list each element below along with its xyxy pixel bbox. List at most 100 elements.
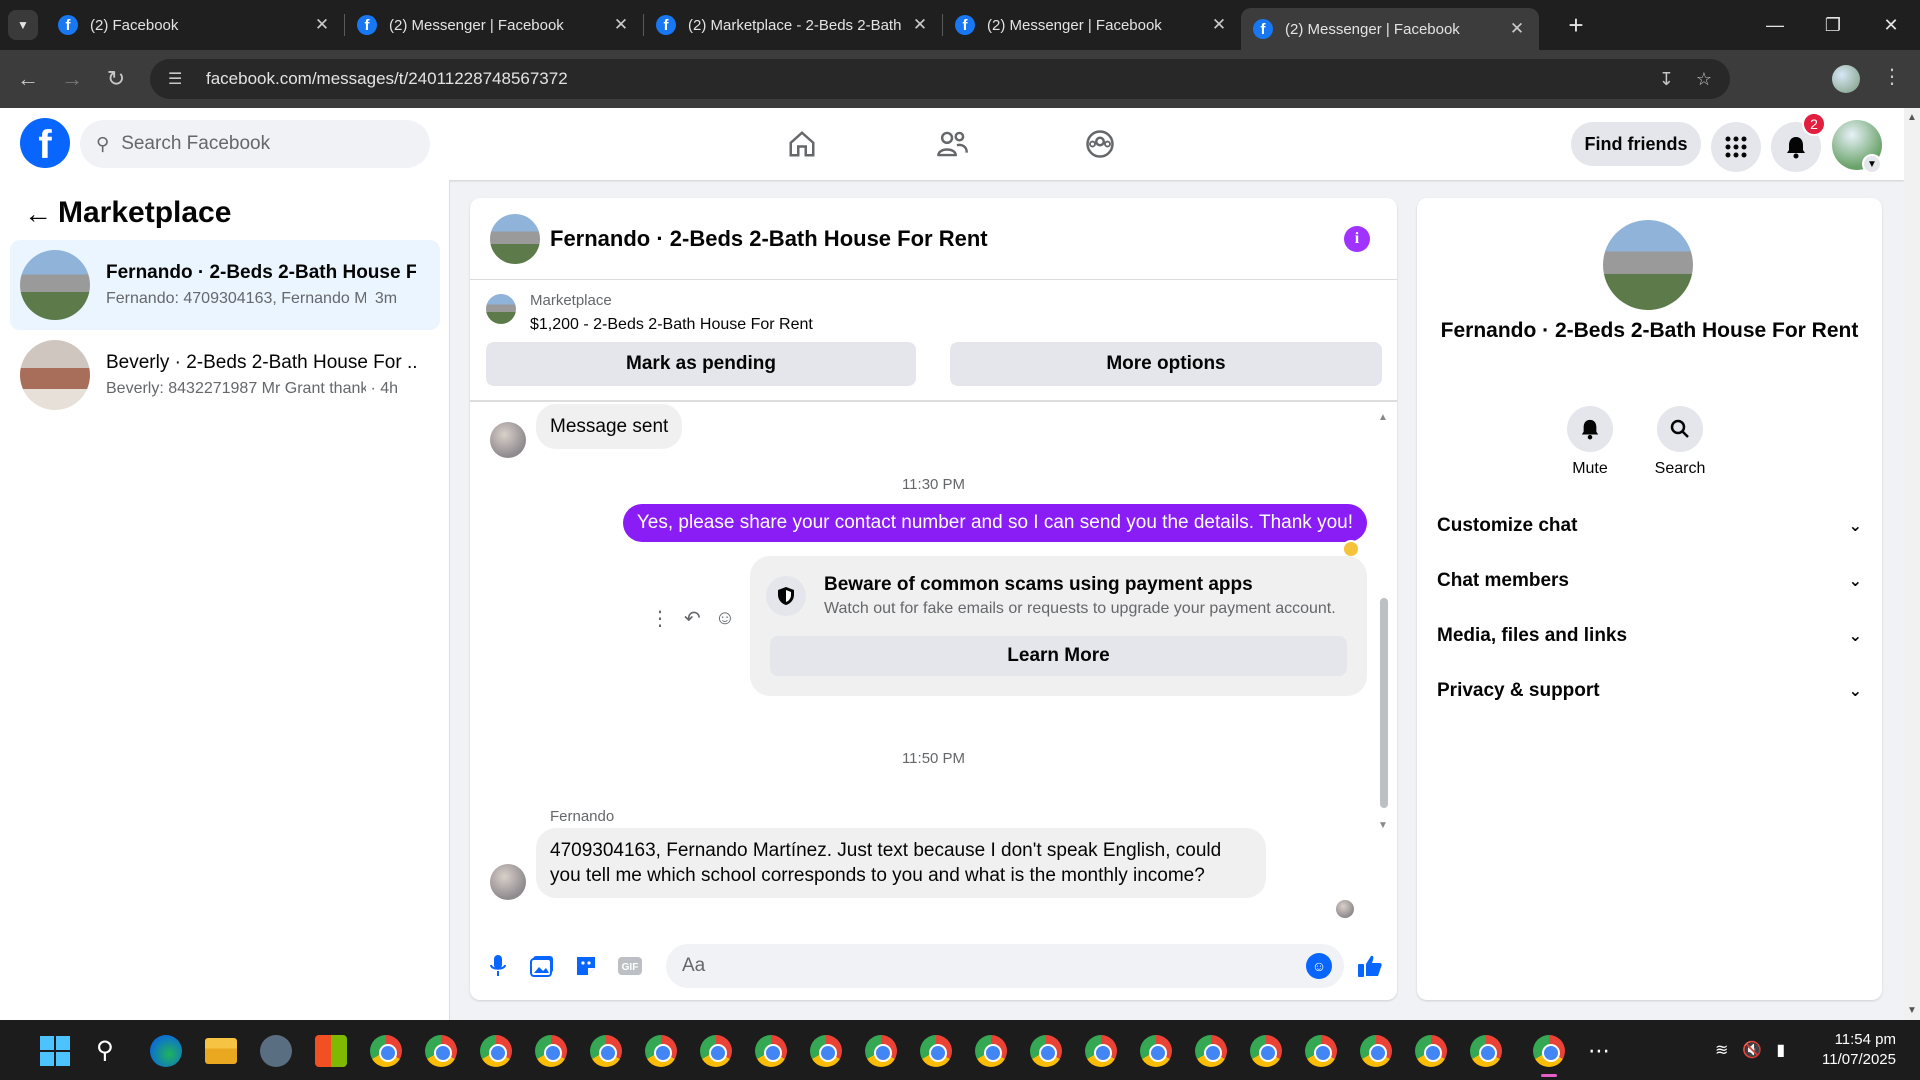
reply-icon[interactable]: ↶ — [684, 606, 701, 631]
settings-gear-icon[interactable] — [260, 1035, 292, 1067]
scroll-down-icon[interactable]: ▼ — [1907, 1005, 1917, 1016]
scroll-up-icon[interactable]: ▲ — [1907, 112, 1917, 123]
chrome-icon[interactable] — [1085, 1035, 1117, 1067]
chrome-icon[interactable] — [645, 1035, 677, 1067]
chrome-icon[interactable] — [1360, 1035, 1392, 1067]
search-in-chat-button[interactable]: Search — [1645, 406, 1715, 478]
conversation-item[interactable]: Fernando · 2-Beds 2-Bath House F... Fern… — [10, 240, 440, 330]
home-icon[interactable] — [782, 124, 822, 164]
chrome-icon[interactable] — [1305, 1035, 1337, 1067]
chat-title[interactable]: Fernando · 2-Beds 2-Bath House For Rent — [550, 226, 988, 252]
chrome-icon[interactable] — [1250, 1035, 1282, 1067]
thread-scrollbar[interactable]: ▲ ▼ — [1378, 412, 1388, 924]
browser-tab-active[interactable]: f (2) Messenger | Facebook ✕ — [1241, 8, 1539, 50]
listing-price-title[interactable]: $1,200 - 2-Beds 2-Bath House For Rent — [530, 316, 813, 334]
forward-icon[interactable]: → — [50, 66, 94, 92]
tab-search-button[interactable]: ▼ — [8, 10, 38, 40]
chrome-icon[interactable] — [1030, 1035, 1062, 1067]
microsoft-store-icon[interactable] — [315, 1035, 347, 1067]
reload-icon[interactable]: ↻ — [94, 66, 138, 92]
groups-icon[interactable] — [1080, 124, 1120, 164]
wifi-icon[interactable]: ≋ — [1715, 1040, 1728, 1060]
chrome-icon[interactable] — [535, 1035, 567, 1067]
file-explorer-icon[interactable] — [205, 1038, 237, 1064]
close-tab-icon[interactable]: ✕ — [611, 15, 631, 35]
close-tab-icon[interactable]: ✕ — [910, 15, 930, 35]
chrome-icon-active[interactable] — [1533, 1035, 1565, 1067]
chrome-icon[interactable] — [480, 1035, 512, 1067]
message-bubble-outgoing: Yes, please share your contact number an… — [622, 504, 1367, 542]
chevron-down-icon[interactable]: ▼ — [1862, 154, 1882, 174]
browser-menu-icon[interactable]: ⋮ — [1882, 64, 1902, 89]
back-icon[interactable]: ← — [6, 66, 50, 92]
chrome-icon[interactable] — [1195, 1035, 1227, 1067]
windows-start-icon[interactable] — [40, 1036, 70, 1066]
system-clock[interactable]: 11:54 pm 11/07/2025 — [1810, 1030, 1896, 1070]
install-app-icon[interactable]: ↧ — [1659, 69, 1674, 90]
scrollbar-thumb[interactable] — [1380, 598, 1388, 808]
new-tab-button[interactable]: + — [1561, 10, 1591, 41]
browser-tab[interactable]: f (2) Messenger | Facebook ✕ — [345, 0, 643, 50]
chrome-icon[interactable] — [425, 1035, 457, 1067]
react-smiley-icon[interactable]: ☺ — [715, 607, 735, 630]
volume-muted-icon[interactable]: 🔇 — [1742, 1040, 1762, 1060]
conversation-item[interactable]: Beverly · 2-Beds 2-Bath House For ... Be… — [10, 330, 440, 420]
section-media-files-links[interactable]: Media, files and links ⌄ — [1437, 616, 1862, 656]
chrome-icon[interactable] — [700, 1035, 732, 1067]
taskbar-search-icon[interactable]: ⚲ — [96, 1036, 114, 1065]
facebook-logo-icon[interactable]: f — [20, 118, 70, 168]
section-privacy-support[interactable]: Privacy & support ⌄ — [1437, 671, 1862, 711]
chrome-icon[interactable] — [1140, 1035, 1172, 1067]
chrome-icon[interactable] — [865, 1035, 897, 1067]
browser-tab[interactable]: f (2) Facebook ✕ — [46, 0, 344, 50]
close-window-icon[interactable]: ✕ — [1862, 0, 1920, 50]
section-chat-members[interactable]: Chat members ⌄ — [1437, 561, 1862, 601]
sticker-icon[interactable] — [570, 950, 602, 982]
minimize-icon[interactable]: — — [1746, 0, 1804, 50]
browser-tab[interactable]: f (2) Messenger | Facebook ✕ — [943, 0, 1241, 50]
url-bar[interactable]: ☰ facebook.com/messages/t/24011228748567… — [150, 59, 1730, 99]
browser-tab[interactable]: f (2) Marketplace - 2-Beds 2-Bath ✕ — [644, 0, 942, 50]
chat-avatar[interactable] — [490, 214, 540, 264]
microphone-icon[interactable] — [482, 950, 514, 982]
close-tab-icon[interactable]: ✕ — [312, 15, 332, 35]
chrome-icon[interactable] — [755, 1035, 787, 1067]
chrome-icon[interactable] — [1415, 1035, 1447, 1067]
battery-icon[interactable]: ▮ — [1776, 1040, 1785, 1060]
mark-as-pending-button[interactable]: Mark as pending — [486, 342, 916, 386]
chrome-icon[interactable] — [1470, 1035, 1502, 1067]
thumbs-up-icon[interactable] — [1354, 950, 1386, 982]
chrome-icon[interactable] — [975, 1035, 1007, 1067]
restore-icon[interactable]: ❐ — [1804, 0, 1862, 50]
info-icon[interactable]: i — [1344, 226, 1370, 252]
bookmark-star-icon[interactable]: ☆ — [1696, 69, 1712, 90]
chrome-icon[interactable] — [590, 1035, 622, 1067]
edge-browser-icon[interactable] — [150, 1035, 182, 1067]
more-actions-icon[interactable]: ⋮ — [650, 606, 670, 631]
find-friends-button[interactable]: Find friends — [1571, 122, 1701, 166]
browser-profile-avatar[interactable] — [1832, 65, 1860, 93]
chrome-icon[interactable] — [810, 1035, 842, 1067]
scroll-down-icon[interactable]: ▼ — [1378, 820, 1388, 831]
scroll-up-icon[interactable]: ▲ — [1378, 412, 1388, 423]
emoji-icon[interactable]: ☺ — [1306, 953, 1332, 979]
chrome-icon[interactable] — [920, 1035, 952, 1067]
close-tab-icon[interactable]: ✕ — [1209, 15, 1229, 35]
page-scrollbar[interactable]: ▲ ▼ — [1904, 108, 1920, 1020]
more-options-button[interactable]: More options — [950, 342, 1382, 386]
address-toolbar: ← → ↻ ☰ facebook.com/messages/t/24011228… — [0, 50, 1920, 108]
message-input[interactable]: Aa ☺ — [666, 944, 1344, 988]
taskbar-overflow-icon[interactable]: ⋯ — [1588, 1038, 1610, 1064]
photo-attach-icon[interactable] — [526, 950, 558, 982]
chrome-icon[interactable] — [370, 1035, 402, 1067]
menu-grid-icon[interactable] — [1711, 122, 1761, 172]
gif-icon[interactable]: GIF — [614, 950, 646, 982]
learn-more-button[interactable]: Learn More — [770, 636, 1347, 676]
friends-icon[interactable] — [932, 124, 972, 164]
facebook-search-input[interactable]: ⚲ Search Facebook — [80, 120, 430, 168]
close-tab-icon[interactable]: ✕ — [1507, 19, 1527, 39]
back-arrow-icon[interactable]: ← — [24, 198, 52, 230]
mute-button[interactable]: Mute — [1555, 406, 1625, 478]
site-info-icon[interactable]: ☰ — [168, 69, 192, 89]
section-customize-chat[interactable]: Customize chat ⌄ — [1437, 506, 1862, 546]
